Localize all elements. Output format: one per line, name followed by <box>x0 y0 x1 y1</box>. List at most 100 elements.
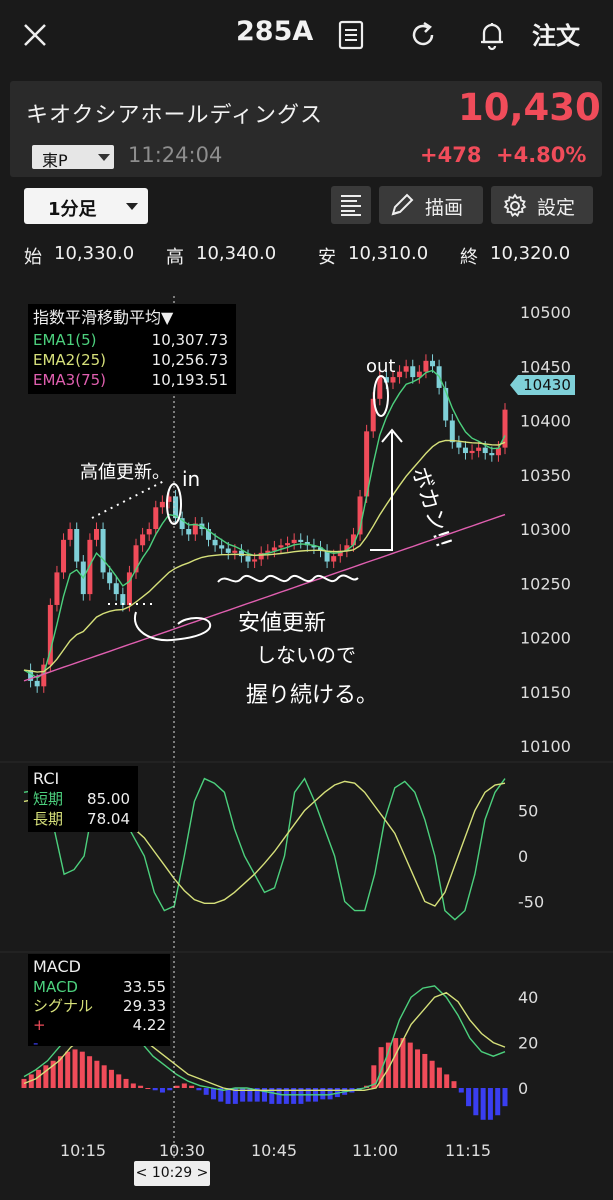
macd-hist-bar <box>79 1051 85 1088</box>
rci-long-label: 長期 <box>33 810 63 828</box>
close-icon[interactable] <box>18 18 52 52</box>
market-label: 東P <box>42 151 68 170</box>
order-button[interactable]: 注文 <box>532 16 580 51</box>
macd-hist-bar <box>123 1078 129 1088</box>
candle-body <box>61 539 67 573</box>
candle-body <box>159 501 165 508</box>
macd-hist-bar <box>407 1042 413 1088</box>
period-label: 1分足 <box>48 199 97 220</box>
ema3-label: EMA3(75) <box>33 371 106 389</box>
macd-hist-bar <box>415 1049 421 1088</box>
price-tick-label: 10500 <box>520 303 571 322</box>
macd-hist-bar <box>444 1074 450 1088</box>
candle-body <box>403 366 409 372</box>
price-tick-label: 10100 <box>520 737 571 756</box>
chevron-down-icon <box>126 203 138 210</box>
price-chart[interactable]: 指数平滑移動平均▼ EMA1(5) 10,307.73 EMA2(25) 10,… <box>0 290 613 1200</box>
macd-hist-bar <box>72 1049 78 1088</box>
low-label: 安 <box>318 247 336 268</box>
candle-body <box>298 539 304 543</box>
macd-hist-bar <box>429 1060 435 1088</box>
ema2-value: 10,256.73 <box>152 351 228 369</box>
macd-hist-bar <box>473 1088 479 1116</box>
rise-arrow-line <box>370 432 393 551</box>
candle-body <box>469 450 475 454</box>
macd-hist-bar <box>130 1083 136 1088</box>
close-label: 終 <box>460 247 478 268</box>
candle-body <box>462 447 468 454</box>
annotation-note-1: 安値更新 <box>238 611 326 636</box>
macd-value: 33.55 <box>123 978 166 996</box>
ema-title[interactable]: 指数平滑移動平均▼ <box>33 308 174 327</box>
macd-hist-bar <box>181 1083 187 1088</box>
low-swoop <box>133 611 212 642</box>
time-cursor-label[interactable]: < 10:29 > <box>134 1161 210 1186</box>
hist-plus-label: + <box>33 1016 46 1034</box>
price-tick-label: 10150 <box>520 683 571 702</box>
candle-body <box>107 572 113 584</box>
close-value: 10,320.0 <box>490 243 571 264</box>
price-tick-label: 10300 <box>520 520 571 539</box>
candle-body <box>93 529 99 540</box>
rci-tick-label: 0 <box>518 847 528 866</box>
rci-tick-label: -50 <box>518 893 544 912</box>
candle-body <box>476 447 482 451</box>
macd-hist-bar <box>393 1038 399 1088</box>
candle-body <box>278 545 284 548</box>
rci-long-value: 78.04 <box>87 810 130 828</box>
candle-body <box>34 680 40 687</box>
document-icon[interactable] <box>336 18 366 52</box>
refresh-icon[interactable] <box>406 18 440 52</box>
candle-body <box>423 360 429 372</box>
candle-body <box>449 420 455 443</box>
draw-button[interactable]: 描画 <box>379 186 483 224</box>
ema1-label: EMA1(5) <box>33 331 96 349</box>
hist-minus-label: - <box>33 1034 38 1052</box>
ticker-code: 285A <box>236 16 314 47</box>
macd-hist-bar <box>101 1065 107 1088</box>
candle-body <box>54 572 60 605</box>
settings-label: 設定 <box>537 197 576 219</box>
candle-body <box>146 529 152 535</box>
macd-hist-bar <box>36 1069 42 1088</box>
candle-body <box>482 447 488 454</box>
candle-body <box>430 360 436 367</box>
macd-hist-bar <box>116 1074 122 1088</box>
macd-hist-bar <box>502 1088 508 1107</box>
macd-hist-bar <box>458 1088 464 1093</box>
candle-body <box>390 377 396 383</box>
price-tick-label: 10350 <box>520 466 571 485</box>
macd-hist-bar <box>210 1088 216 1100</box>
candle-body <box>232 550 238 553</box>
annotation-out: out <box>366 356 395 377</box>
macd-hist-bar <box>87 1056 93 1088</box>
macd-hist-bar <box>167 1088 173 1091</box>
candle-body <box>331 556 337 562</box>
price-tick-label: 10400 <box>520 412 571 431</box>
quote-time: 11:24:04 <box>128 143 223 167</box>
macd-hist-bar <box>422 1053 428 1088</box>
annotation-in: in <box>182 467 200 491</box>
candle-body <box>67 529 73 540</box>
time-tick-label: 10:15 <box>60 1141 106 1160</box>
price-tick-label: 10200 <box>520 629 571 648</box>
price-change: +478 <box>420 143 482 167</box>
bell-icon[interactable] <box>475 18 509 52</box>
rci-title: RCI <box>33 769 59 788</box>
market-select[interactable]: 東P <box>32 145 114 170</box>
annotation-note-2: しないので <box>256 643 356 667</box>
macd-hist-bar <box>152 1088 158 1091</box>
handwritten-annotations: 高値更新。 in 安値更新 しないので 握り続ける。 ボカン!! out <box>80 356 456 708</box>
macd-axis: 40 20 0 <box>518 988 538 1098</box>
candle-body <box>377 377 383 399</box>
candle-body <box>291 539 297 544</box>
candle-body <box>74 529 80 562</box>
price-tick-label: 10250 <box>520 574 571 593</box>
open-value: 10,330.0 <box>54 243 135 264</box>
support-wave <box>217 574 359 583</box>
settings-button[interactable]: 設定 <box>491 186 593 224</box>
macd-hist-bar <box>138 1085 144 1088</box>
period-select[interactable]: 1分足 <box>24 188 148 224</box>
candle-body <box>489 453 495 456</box>
indicator-list-button[interactable] <box>331 186 371 224</box>
